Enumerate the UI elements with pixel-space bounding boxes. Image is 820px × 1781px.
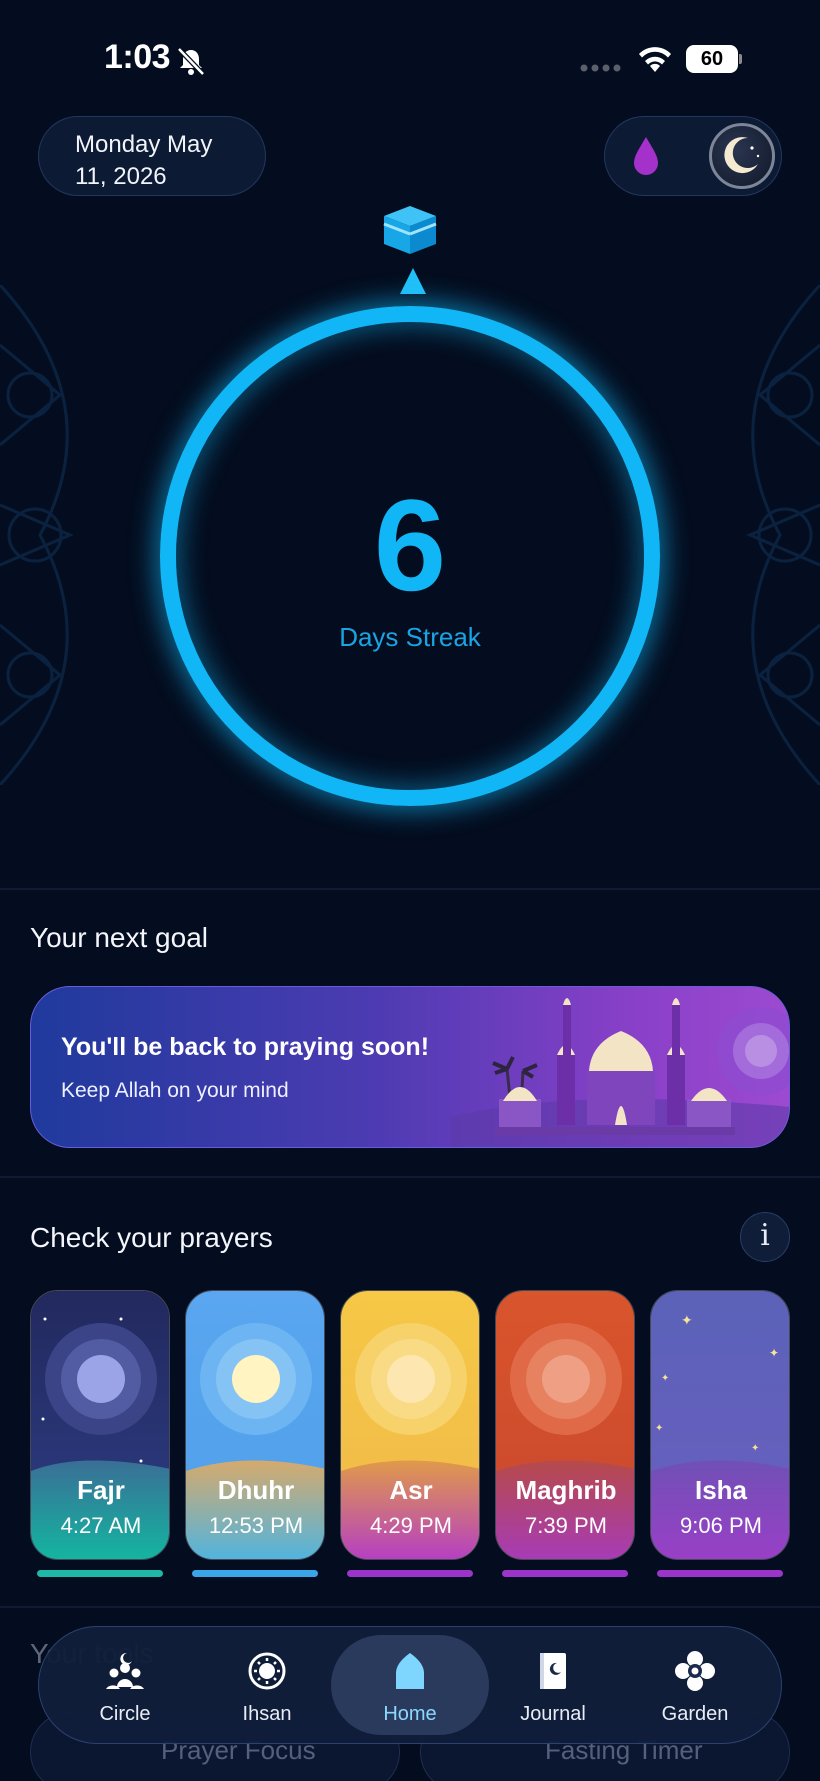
next-goal-title: Your next goal xyxy=(30,922,208,953)
wifi-icon xyxy=(639,47,671,72)
streak-count: 6 xyxy=(373,472,447,618)
info-button[interactable]: i xyxy=(740,1212,790,1262)
prayer-time: 7:39 PM xyxy=(525,1513,607,1538)
date-line-2: 11, 2026 xyxy=(75,163,167,190)
prayer-time: 4:27 AM xyxy=(60,1513,142,1538)
goal-card-subtitle: Keep Allah on your mind xyxy=(61,1079,289,1102)
nav-item-garden[interactable]: Garden xyxy=(625,1627,765,1745)
nav-item-home[interactable]: Home xyxy=(340,1627,480,1745)
divider xyxy=(0,1606,820,1608)
svg-text:✦: ✦ xyxy=(655,1423,663,1434)
svg-text:✦: ✦ xyxy=(751,1443,759,1454)
theme-toggle[interactable] xyxy=(604,116,782,196)
prayer-name: Isha xyxy=(694,1475,748,1505)
prayer-name: Asr xyxy=(389,1475,433,1505)
date-line-1: Monday May xyxy=(75,131,213,158)
bell-muted-icon xyxy=(177,47,205,76)
nav-label: Home xyxy=(383,1703,437,1725)
prayers-title: Check your prayers xyxy=(30,1222,273,1253)
prayer-time: 4:29 PM xyxy=(370,1513,452,1538)
svg-text:✦: ✦ xyxy=(681,1313,693,1329)
ring-pointer-icon xyxy=(400,268,426,294)
sun-badge-icon xyxy=(248,1652,286,1690)
nav-label: Circle xyxy=(99,1703,151,1725)
prayer-status-bar xyxy=(37,1570,163,1577)
prayer-time: 9:06 PM xyxy=(680,1513,762,1538)
people-icon xyxy=(106,1652,144,1689)
status-time: 1:03 xyxy=(104,38,171,76)
prayer-status-bar xyxy=(657,1570,783,1577)
crescent-moon-icon xyxy=(724,137,760,174)
prayer-name: Dhuhr xyxy=(217,1475,295,1505)
signal-icon xyxy=(580,64,621,72)
drop-icon xyxy=(634,137,658,175)
prayer-card-asr[interactable]: Asr 4:29 PM xyxy=(340,1290,480,1560)
nav-item-journal[interactable]: Journal xyxy=(483,1627,623,1745)
goal-card-title: You'll be back to praying soon! xyxy=(61,1033,430,1061)
prayer-name: Fajr xyxy=(77,1475,125,1505)
prayer-card-dhuhr[interactable]: Dhuhr 12:53 PM xyxy=(185,1290,325,1560)
home-icon xyxy=(396,1653,424,1689)
streak-label: Days Streak xyxy=(339,622,481,652)
nav-label: Ihsan xyxy=(242,1703,292,1725)
prayer-time: 12:53 PM xyxy=(208,1513,304,1538)
pattern-right-decoration xyxy=(746,285,820,785)
prayer-status-bar xyxy=(347,1570,473,1577)
prayer-status-bar xyxy=(502,1570,628,1577)
prayer-card-isha[interactable]: ✦ ✦ ✦ ✦ ✦ Isha 9:06 PM xyxy=(650,1290,790,1560)
nav-label: Journal xyxy=(520,1703,586,1725)
battery-level: 60 xyxy=(686,45,738,73)
pattern-left-decoration xyxy=(0,285,74,785)
divider xyxy=(0,1176,820,1178)
nav-item-circle[interactable]: Circle xyxy=(55,1627,195,1745)
prayer-card-maghrib[interactable]: Maghrib 7:39 PM xyxy=(495,1290,635,1560)
prayer-name: Maghrib xyxy=(515,1475,617,1505)
nav-label: Garden xyxy=(661,1703,729,1725)
bottom-nav: Circle Ihsan Home Journal Garden xyxy=(38,1626,782,1744)
date-pill[interactable]: Monday May 11, 2026 xyxy=(38,116,266,196)
battery-icon: 60 xyxy=(686,45,742,73)
prayer-card-fajr[interactable]: Fajr 4:27 AM xyxy=(30,1290,170,1560)
moon-toggle-button[interactable] xyxy=(709,123,775,189)
mosque-illustration xyxy=(451,998,789,1147)
next-goal-card[interactable]: You'll be back to praying soon! Keep All… xyxy=(30,986,790,1148)
kaaba-icon xyxy=(383,206,437,254)
journal-icon xyxy=(540,1653,566,1689)
svg-text:✦: ✦ xyxy=(661,1373,669,1384)
flower-icon xyxy=(675,1651,715,1691)
svg-text:✦: ✦ xyxy=(769,1346,779,1360)
divider xyxy=(0,888,820,890)
prayer-status-bar xyxy=(192,1570,318,1577)
nav-item-ihsan[interactable]: Ihsan xyxy=(197,1627,337,1745)
